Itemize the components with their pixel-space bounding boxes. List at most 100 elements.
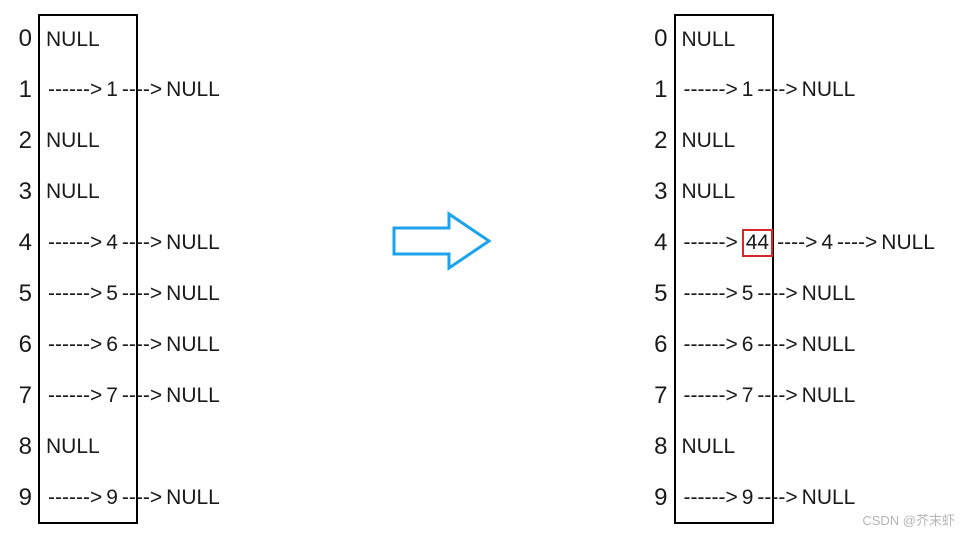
bucket-cell: NULL — [38, 167, 138, 218]
row-index: 9 — [10, 484, 38, 512]
arrow-icon: ----> — [120, 333, 164, 357]
chain-node: NULL — [164, 231, 222, 255]
arrow-icon: ----> — [120, 78, 164, 102]
chain: ------> 5 ----> NULL — [682, 282, 858, 306]
chain-node: 4 — [104, 231, 120, 255]
row-index: 2 — [646, 127, 674, 155]
arrow-icon: ----> — [755, 333, 799, 357]
bucket-cell: NULL — [674, 422, 774, 473]
chain-node: NULL — [879, 231, 937, 255]
chain-node: NULL — [800, 282, 858, 306]
row-index: 4 — [646, 229, 674, 257]
chain-node: NULL — [800, 486, 858, 510]
table-row: 7------> 7 ----> NULL — [646, 371, 937, 422]
row-index: 5 — [10, 280, 38, 308]
chain-node: 7 — [104, 384, 120, 408]
arrow-icon: ------> — [46, 486, 104, 510]
chain: ------> 1 ----> NULL — [46, 78, 222, 102]
table-row: 8NULL — [646, 422, 937, 473]
chain-node: 9 — [740, 486, 756, 510]
arrow-icon: ------> — [682, 282, 740, 306]
arrow-icon: ------> — [682, 231, 740, 255]
chain-node: 1 — [740, 78, 756, 102]
chain-node: NULL — [164, 282, 222, 306]
diagram-container: 0NULL1------> 1 ----> NULL 2NULL3NULL4--… — [0, 0, 967, 537]
chain-node: 6 — [104, 333, 120, 357]
table-row: 9------> 9 ----> NULL — [10, 473, 222, 524]
table-row: 2NULL — [10, 116, 222, 167]
chain-node: NULL — [800, 333, 858, 357]
row-index: 0 — [646, 25, 674, 53]
arrow-icon: ------> — [46, 384, 104, 408]
arrow-icon: ----> — [120, 282, 164, 306]
chain-node: 9 — [104, 486, 120, 510]
arrow-icon: ------> — [682, 384, 740, 408]
table-row: 2NULL — [646, 116, 937, 167]
chain-node: NULL — [164, 333, 222, 357]
bucket-cell: NULL — [38, 422, 138, 473]
row-index: 7 — [10, 382, 38, 410]
table-row: 4------> 44 ----> 4 ----> NULL — [646, 218, 937, 269]
arrow-icon: ------> — [46, 78, 104, 102]
arrow-icon: ----> — [835, 231, 879, 255]
chain: ------> 9 ----> NULL — [682, 486, 858, 510]
chain-node: NULL — [800, 384, 858, 408]
chain-node: NULL — [800, 78, 858, 102]
arrow-icon: ------> — [46, 231, 104, 255]
transition-arrow — [389, 206, 499, 282]
table-row: 1------> 1 ----> NULL — [646, 65, 937, 116]
hash-table-right: 0NULL1------> 1 ----> NULL 2NULL3NULL4--… — [646, 14, 937, 524]
row-index: 6 — [10, 331, 38, 359]
arrow-icon: ----> — [120, 486, 164, 510]
watermark: CSDN @芥末虾 — [862, 510, 955, 529]
arrow-icon: ----> — [755, 282, 799, 306]
row-index: 3 — [10, 178, 38, 206]
hash-table-left: 0NULL1------> 1 ----> NULL 2NULL3NULL4--… — [10, 14, 222, 524]
chain: ------> 44 ----> 4 ----> NULL — [682, 229, 937, 257]
table-row: 4------> 4 ----> NULL — [10, 218, 222, 269]
table-row: 3NULL — [646, 167, 937, 218]
bucket-cell: NULL — [38, 116, 138, 167]
table-row: 5 ------> 5 ----> NULL — [646, 269, 937, 320]
row-index: 9 — [646, 484, 674, 512]
chain: ------> 4 ----> NULL — [46, 231, 222, 255]
arrow-icon: ----> — [755, 78, 799, 102]
bucket-cell: NULL — [674, 167, 774, 218]
table-row: 0NULL — [646, 14, 937, 65]
table-row: 7------> 7 ----> NULL — [10, 371, 222, 422]
chain-node: 7 — [740, 384, 756, 408]
chain-node: NULL — [164, 78, 222, 102]
table-row: 1------> 1 ----> NULL — [10, 65, 222, 116]
row-index: 5 — [646, 280, 674, 308]
chain: ------> 6 ----> NULL — [682, 333, 858, 357]
arrow-icon: ------> — [682, 486, 740, 510]
row-index: 6 — [646, 331, 674, 359]
table-row: 6------> 6 ----> NULL — [646, 320, 937, 371]
arrow-icon: ------> — [46, 282, 104, 306]
table-row: 5------> 5 ----> NULL — [10, 269, 222, 320]
table-row: 6------> 6 ----> NULL — [10, 320, 222, 371]
arrow-icon: ----> — [775, 231, 819, 255]
chain-node: NULL — [164, 486, 222, 510]
chain: ------> 1 ----> NULL — [682, 78, 858, 102]
chain: ------> 9 ----> NULL — [46, 486, 222, 510]
chain-node: 5 — [104, 282, 120, 306]
chain-node: 1 — [104, 78, 120, 102]
bucket-cell: NULL — [38, 14, 138, 65]
arrow-icon: ------> — [682, 333, 740, 357]
chain-node: 6 — [740, 333, 756, 357]
row-index: 1 — [646, 76, 674, 104]
chain: ------> 6 ----> NULL — [46, 333, 222, 357]
chain: ------> 7 ----> NULL — [682, 384, 858, 408]
chain-node: NULL — [164, 384, 222, 408]
chain-node: 4 — [819, 231, 835, 255]
row-index: 8 — [646, 433, 674, 461]
row-index: 2 — [10, 127, 38, 155]
chain: ------> 5 ----> NULL — [46, 282, 222, 306]
arrow-icon: ------> — [46, 333, 104, 357]
bucket-cell: NULL — [674, 116, 774, 167]
row-index: 0 — [10, 25, 38, 53]
table-row: 8NULL — [10, 422, 222, 473]
arrow-icon: ----> — [755, 384, 799, 408]
arrow-icon: ----> — [120, 384, 164, 408]
